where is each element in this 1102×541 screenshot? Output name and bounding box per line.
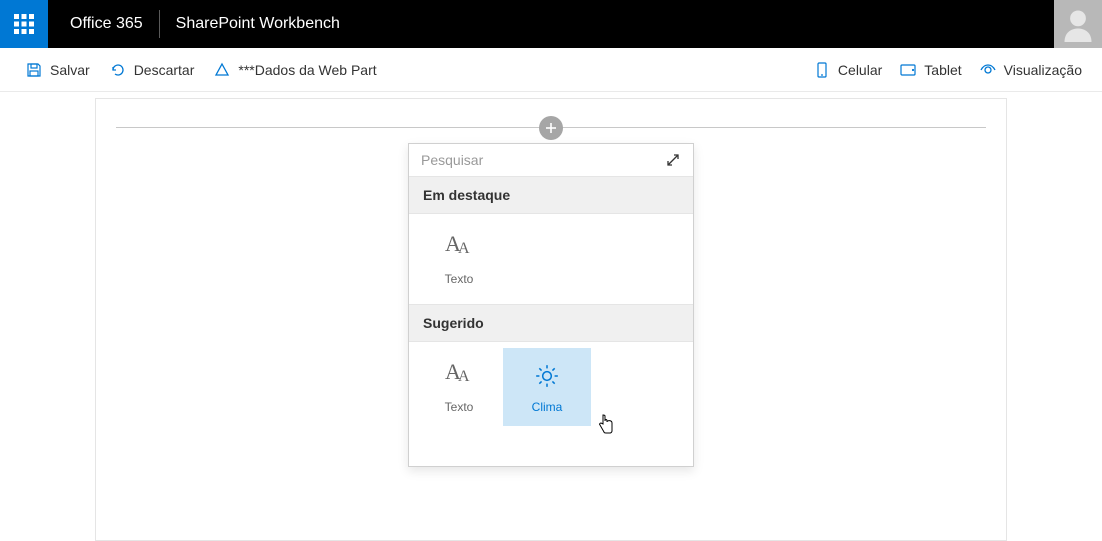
tablet-icon (900, 62, 916, 78)
webpart-text-suggested[interactable]: AA Texto (415, 348, 503, 426)
preview-button[interactable]: Visualização (980, 62, 1082, 78)
save-label: Salvar (50, 62, 90, 78)
suite-bar: Office 365 SharePoint Workbench (0, 0, 1102, 48)
canvas-wrap: Em destaque AA Texto Sugerido AA Texto (0, 92, 1102, 541)
plus-icon (544, 121, 558, 135)
webpart-text-label: Texto (445, 272, 474, 286)
mobile-icon (814, 62, 830, 78)
suggested-group-header: Sugerido (409, 304, 693, 342)
sun-icon (534, 360, 560, 392)
text-icon: AA (443, 360, 475, 392)
command-bar: Salvar Descartar ***Dados da Web Part Ce… (0, 48, 1102, 92)
preview-label: Visualização (1004, 62, 1082, 78)
brand-label[interactable]: Office 365 (48, 0, 159, 48)
discard-button[interactable]: Descartar (110, 62, 195, 78)
section-divider (116, 127, 986, 128)
save-icon (26, 62, 42, 78)
webpart-weather-label: Clima (532, 400, 563, 414)
mobile-view-button[interactable]: Celular (814, 62, 882, 78)
webpart-toolbox: Em destaque AA Texto Sugerido AA Texto (408, 143, 694, 467)
featured-items: AA Texto (409, 214, 693, 304)
webpart-data-label: ***Dados da Web Part (238, 62, 376, 78)
tablet-label: Tablet (924, 62, 961, 78)
webpart-text-label: Texto (445, 400, 474, 414)
undo-icon (110, 62, 126, 78)
webpart-text-featured[interactable]: AA Texto (415, 220, 503, 298)
search-input[interactable] (421, 152, 665, 168)
toolbox-search-row (409, 144, 693, 176)
featured-group-header: Em destaque (409, 176, 693, 214)
suggested-items: AA Texto (409, 342, 693, 466)
app-title: SharePoint Workbench (160, 15, 340, 33)
user-avatar[interactable] (1054, 0, 1102, 48)
add-webpart-button[interactable] (539, 116, 563, 140)
preview-icon (980, 62, 996, 78)
person-icon (1060, 6, 1096, 42)
triangle-icon (214, 62, 230, 78)
mobile-label: Celular (838, 62, 882, 78)
save-button[interactable]: Salvar (26, 62, 90, 78)
text-icon: AA (443, 232, 475, 264)
waffle-icon (14, 14, 34, 34)
app-launcher-button[interactable] (0, 0, 48, 48)
discard-label: Descartar (134, 62, 195, 78)
webpart-data-button[interactable]: ***Dados da Web Part (214, 62, 376, 78)
expand-icon[interactable] (665, 152, 681, 168)
page-canvas: Em destaque AA Texto Sugerido AA Texto (95, 98, 1007, 541)
webpart-weather[interactable]: Clima (503, 348, 591, 426)
tablet-view-button[interactable]: Tablet (900, 62, 961, 78)
